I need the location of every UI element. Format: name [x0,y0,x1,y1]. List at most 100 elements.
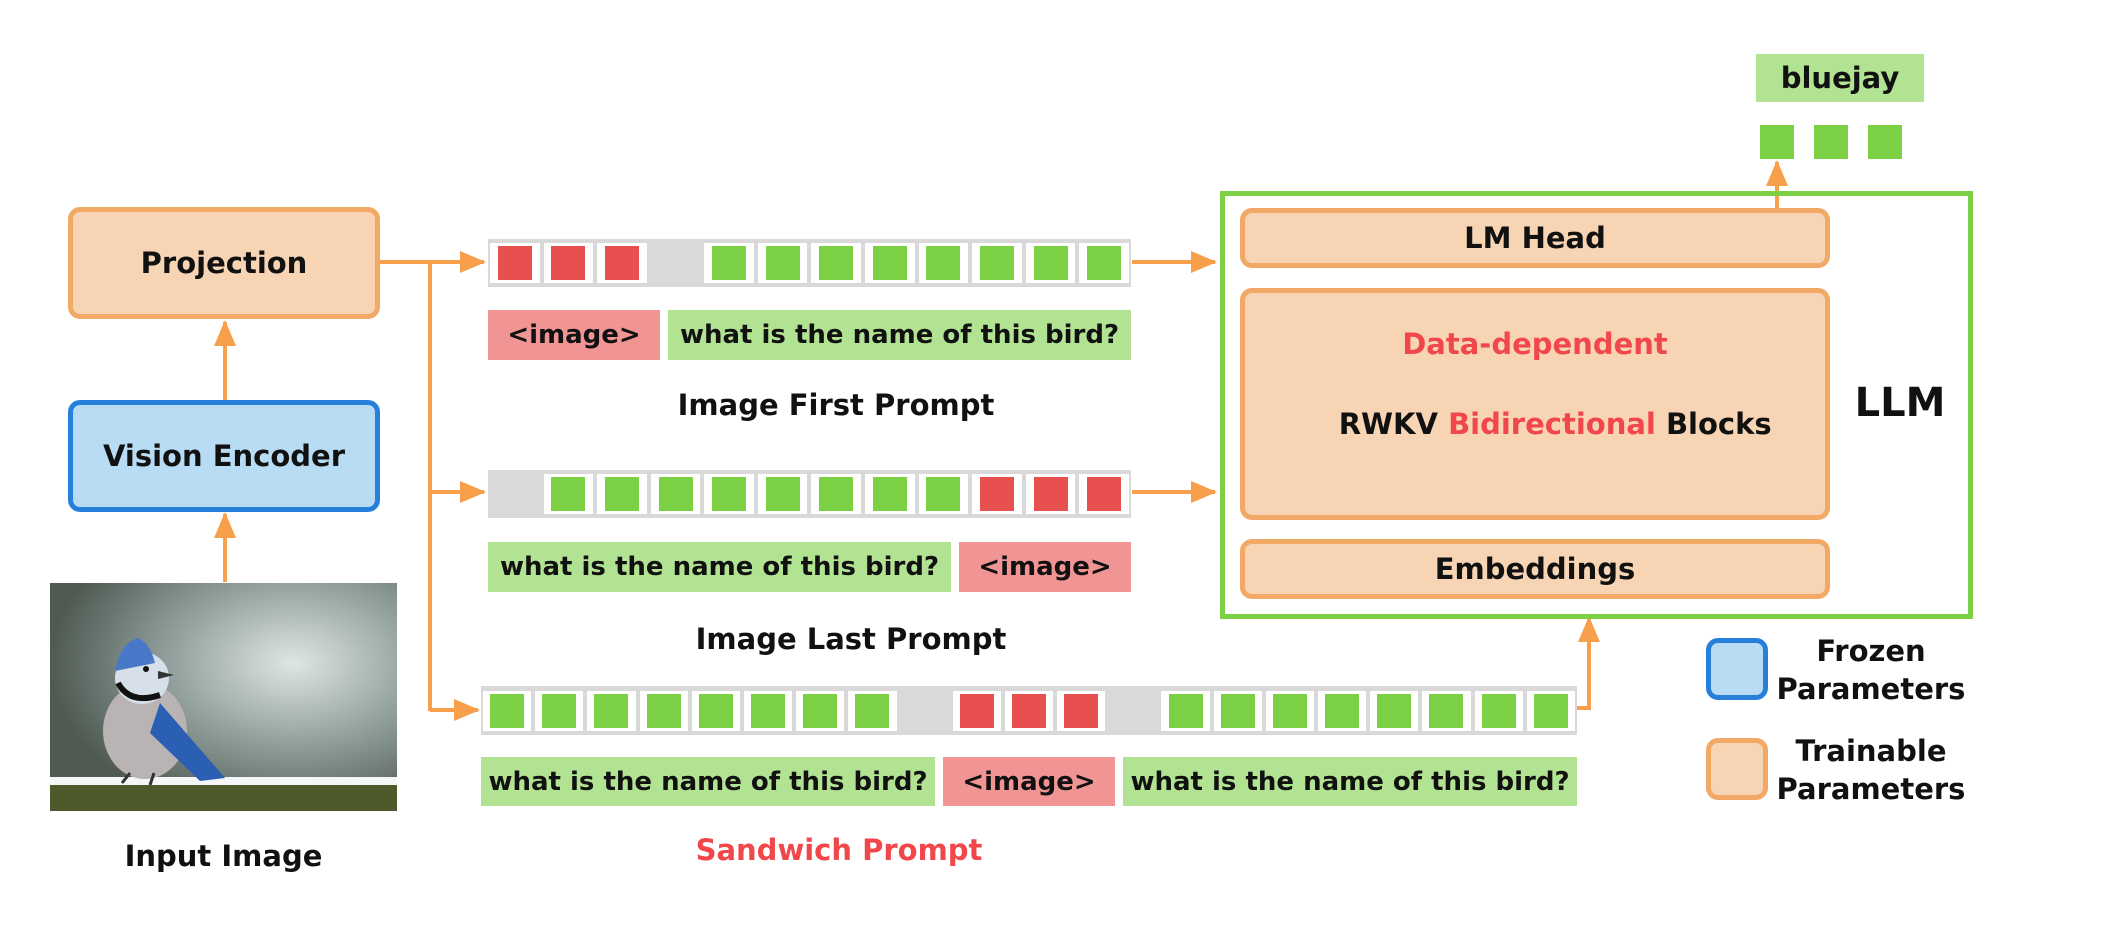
rwkv-label: RWKV [1338,407,1449,441]
text-token-cell [483,690,532,731]
text-token [765,246,800,280]
text-token [594,693,629,728]
legend-trainable-line2: Parameters [1776,772,1966,806]
text-token [751,693,786,728]
text-token-cell [650,474,701,514]
text-token [1220,693,1255,728]
legend-trainable-swatch [1706,738,1768,800]
bidirectional-label: Bidirectional [1448,407,1656,441]
image-token [1064,693,1099,728]
text-token [1481,693,1516,728]
image-token [1033,477,1068,511]
image-token [604,246,639,280]
legend-frozen-swatch [1706,638,1768,700]
image-token-cell [1079,474,1129,514]
text-token-cell [691,690,740,731]
prompt-caption: Image Last Prompt [695,622,1007,656]
image-token [551,246,586,280]
image-token [497,246,532,280]
text-token [1033,246,1068,280]
text-token-cell [704,243,754,283]
prompt-caption: Image First Prompt [677,388,995,422]
text-token-cell [1213,690,1262,731]
image-token-cell [490,243,540,283]
legend-frozen-label: Frozen Parameters [1777,630,1966,710]
text-token-cell [865,243,915,283]
text-token [712,477,747,511]
projection-block: Projection [68,207,380,319]
bird-photo-illustration [50,583,397,811]
image-token [1087,477,1122,511]
blocks-label: Blocks [1655,407,1772,441]
text-token-cell [587,690,636,731]
text-token-cell [1474,690,1523,731]
token-gap [490,474,540,514]
text-token [658,477,693,511]
question-text-segment: what is the name of this bird? [668,310,1131,360]
lm-head-label: LM Head [1464,221,1606,255]
rwkv-line1: Data-dependent [1402,324,1668,364]
text-token-cell [811,474,862,514]
image-token [979,477,1014,511]
text-token-cell [743,690,793,731]
text-token-cell [865,474,915,514]
image-token [959,693,994,728]
text-token [1429,693,1464,728]
text-token-cell [1526,690,1575,731]
image-token-cell [952,690,1001,731]
legend-trainable-label: Trainable Parameters [1777,730,1966,810]
text-token-cell [757,474,808,514]
text-token [979,246,1014,280]
text-token [819,246,854,280]
text-token [1087,246,1122,280]
question-text-segment: what is the name of this bird? [481,757,935,806]
text-token-cell [1422,690,1471,731]
vision-encoder-block: Vision Encoder [68,400,380,512]
text-token-cell [972,243,1022,283]
text-token [803,693,838,728]
image-placeholder-segment: <image> [959,542,1131,592]
image-token-cell [1025,474,1076,514]
llm-label: LLM [1854,380,1946,426]
text-token-cell [918,474,969,514]
token-strip [488,470,1131,518]
data-dependent-label: Data-dependent [1402,327,1668,361]
image-token-cell [1004,690,1054,731]
text-token [712,246,747,280]
token-gap [901,691,949,731]
segment-row: what is the name of this bird? <image> wha… [481,757,1577,806]
token-strip [481,686,1577,735]
text-token [646,693,681,728]
segment-row: what is the name of this bird? <image> [488,542,1131,592]
text-token [855,693,890,728]
text-token [604,477,639,511]
text-token-cell [796,690,845,731]
text-token-cell [918,243,969,283]
text-token-cell [597,474,647,514]
text-token-cell [639,690,688,731]
text-token-cell [757,243,808,283]
text-token [551,477,586,511]
text-token [1325,693,1360,728]
text-token-cell [1079,243,1129,283]
legend-trainable-line1: Trainable [1795,734,1947,768]
segment-row: <image> what is the name of this bird? [488,310,1131,360]
text-token-cell [704,474,754,514]
question-text-segment: what is the name of this bird? [488,542,951,592]
text-token [1377,693,1412,728]
vision-encoder-label: Vision Encoder [102,439,346,473]
text-token [819,477,854,511]
legend-frozen-line2: Parameters [1776,672,1966,706]
input-image [50,583,397,811]
text-token [872,477,907,511]
image-token-cell [972,474,1022,514]
text-token [698,693,733,728]
token-gap [651,243,701,283]
input-image-caption: Input Image [124,839,323,873]
rwkv-blocks: Data-dependent RWKV Bidirectional Blocks [1240,288,1830,520]
text-token-cell [1318,690,1367,731]
text-token-cell [543,474,594,514]
text-token [926,246,961,280]
lm-head-block: LM Head [1240,208,1830,268]
text-token [926,477,961,511]
